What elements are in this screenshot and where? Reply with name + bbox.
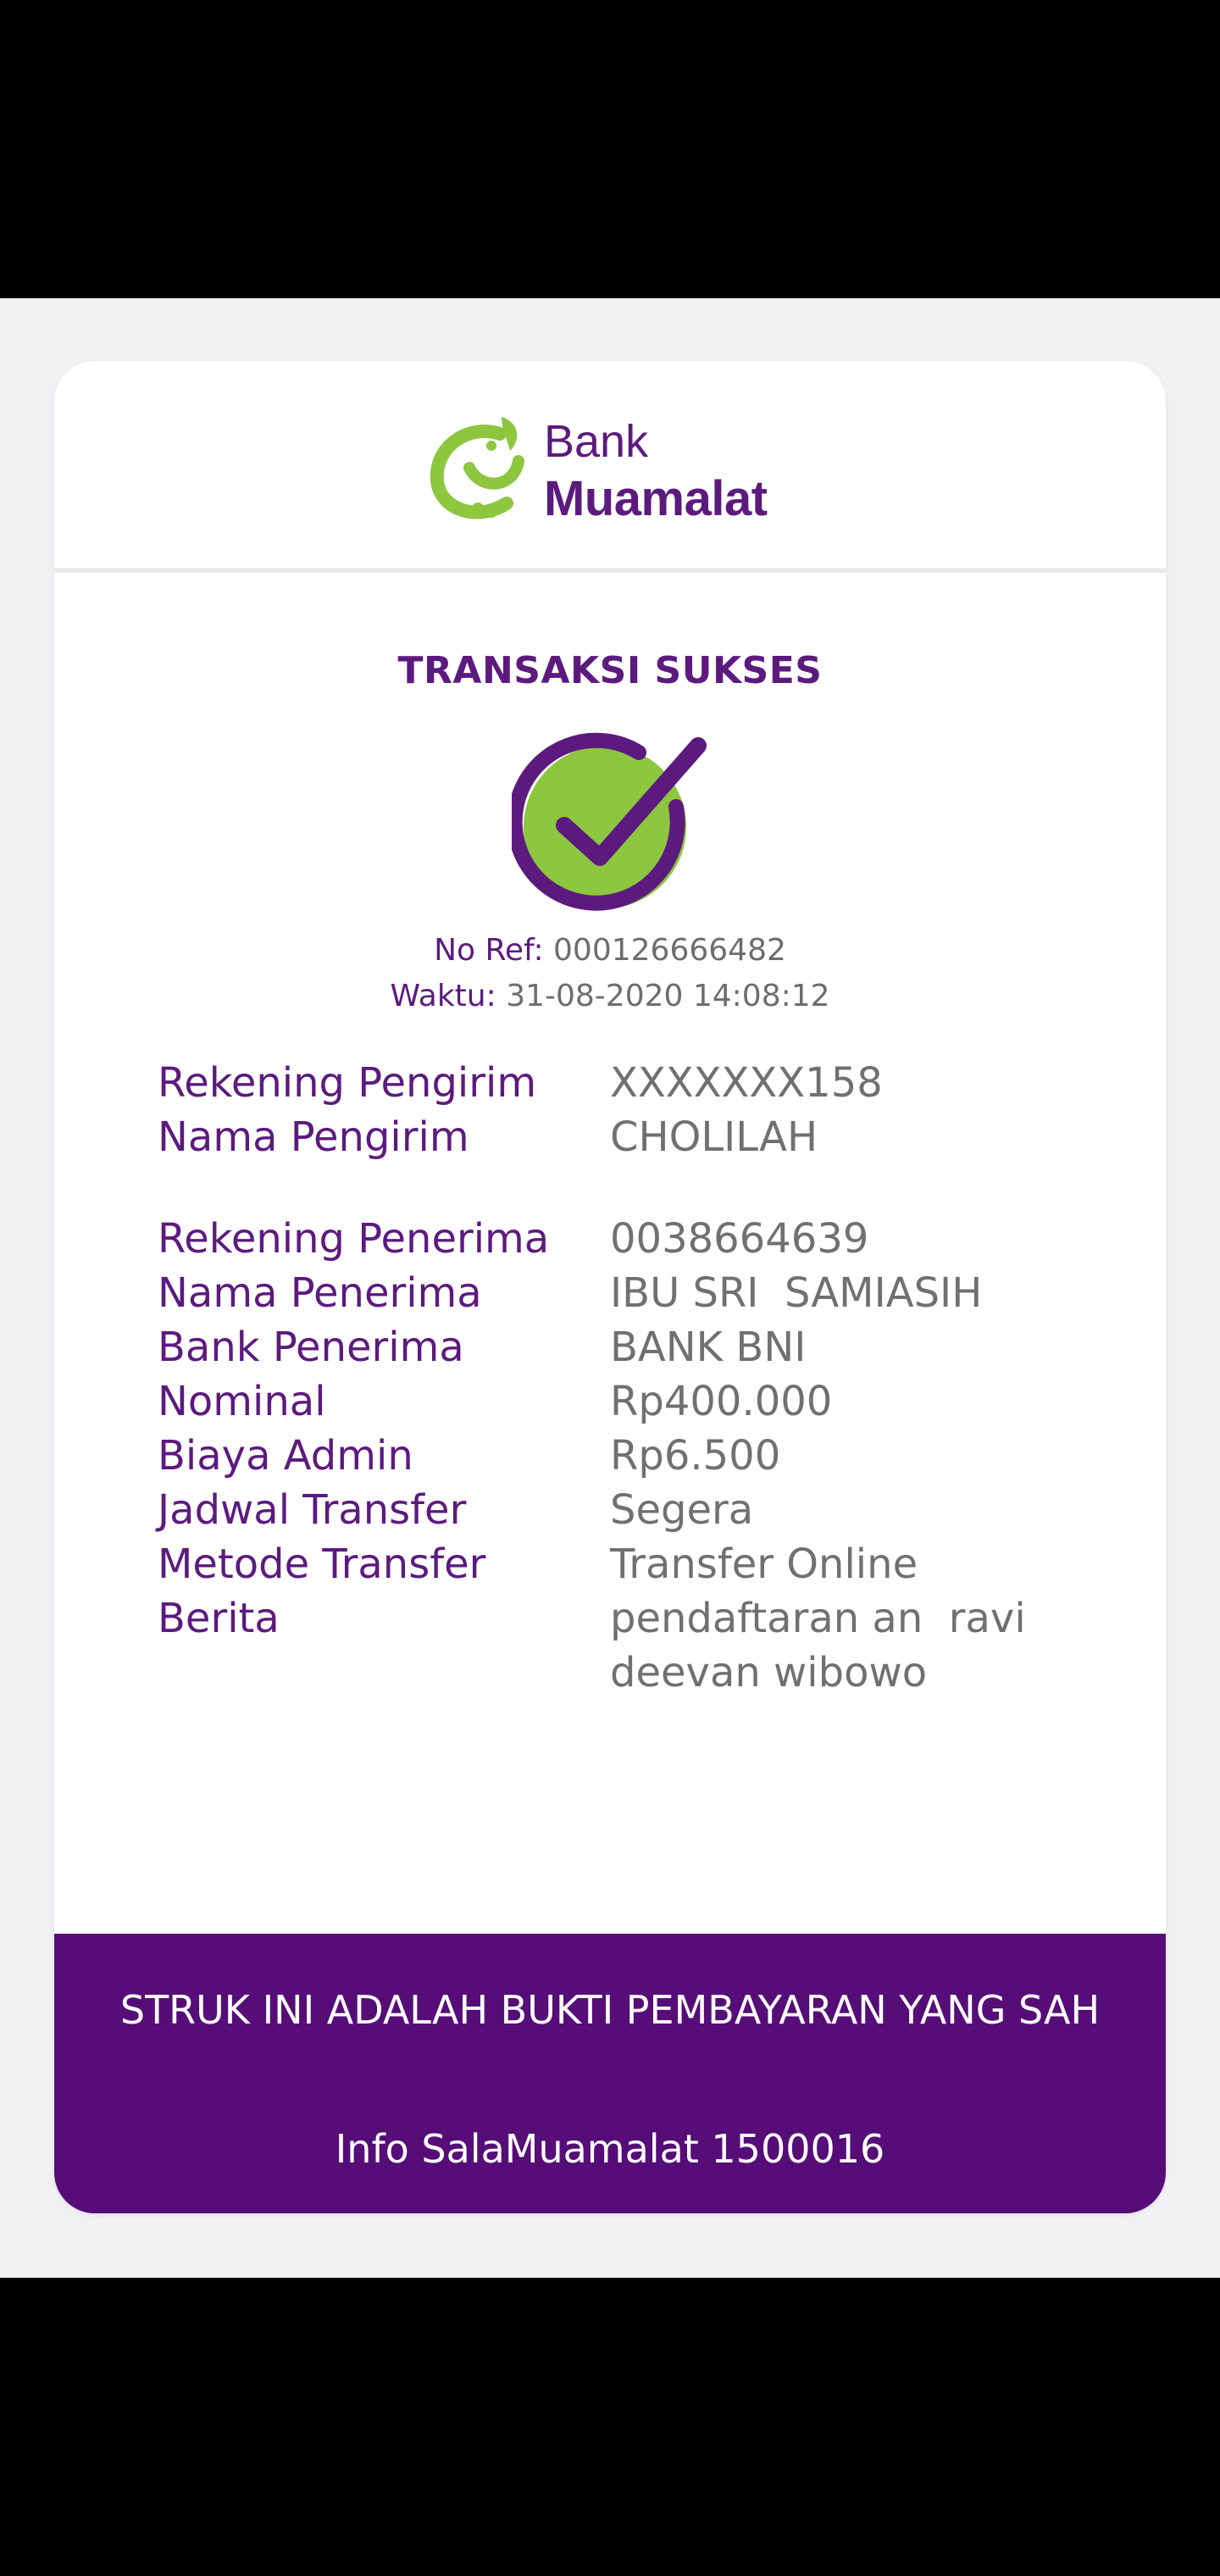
reference-number: No Ref: 000126666482 <box>54 930 1166 971</box>
detail-row-nama-penerima: Nama Penerima IBU SRI SAMIASIH <box>158 1266 1106 1320</box>
detail-row-rekening-pengirim: Rekening Pengirim XXXXXXX158 <box>158 1056 1106 1110</box>
detail-value: pendaftaran an ravi deevan wibowo <box>610 1595 1026 1696</box>
transaction-details: Rekening Pengirim XXXXXXX158 Nama Pengir… <box>158 1056 1106 1700</box>
reference-number-value: 000126666482 <box>553 933 786 968</box>
bank-name-line2: Muamalat <box>544 471 768 526</box>
customer-service-info: Info SalaMuamalat 1500016 <box>335 2126 885 2172</box>
detail-label: Berita <box>158 1595 280 1642</box>
detail-row-nama-pengirim: Nama Pengirim CHOLILAH <box>158 1110 1106 1164</box>
detail-label: Nominal <box>158 1378 326 1425</box>
detail-value: CHOLILAH <box>610 1113 818 1161</box>
detail-label: Rekening Penerima <box>158 1215 550 1263</box>
detail-value: Segera <box>610 1486 754 1534</box>
detail-spacer <box>158 1164 1106 1212</box>
detail-row-rekening-penerima: Rekening Penerima 0038664639 <box>158 1212 1106 1266</box>
bank-muamalat-logo-icon <box>430 417 524 519</box>
receipt-header: Bank Muamalat <box>54 361 1166 573</box>
detail-label: Bank Penerima <box>158 1324 464 1371</box>
detail-label: Biaya Admin <box>158 1432 413 1480</box>
detail-row-berita: Berita pendaftaran an ravi deevan wibowo <box>158 1591 1106 1700</box>
detail-row-metode-transfer: Metode Transfer Transfer Online <box>158 1537 1106 1591</box>
detail-value: Rp400.000 <box>610 1378 833 1425</box>
bank-logo: Bank Muamalat <box>419 403 808 530</box>
detail-value: Transfer Online <box>610 1541 918 1588</box>
detail-row-jadwal-transfer: Jadwal Transfer Segera <box>158 1483 1106 1537</box>
receipt-validity-note: STRUK INI ADALAH BUKTI PEMBAYARAN YANG S… <box>119 1987 1101 2033</box>
transaction-time: Waktu: 31-08-2020 14:08:12 <box>54 976 1166 1017</box>
detail-value: 0038664639 <box>610 1215 869 1263</box>
detail-label: Jadwal Transfer <box>158 1486 467 1534</box>
receipt-footer: STRUK INI ADALAH BUKTI PEMBAYARAN YANG S… <box>54 1934 1166 2213</box>
receipt-card: Bank Muamalat TRANSAKSI SUKSES No Ref: 0… <box>54 361 1166 2213</box>
reference-number-label: No Ref: <box>434 933 544 968</box>
detail-value: Rp6.500 <box>610 1432 781 1480</box>
check-circle-icon <box>512 732 707 911</box>
detail-value: BANK BNI <box>610 1324 807 1371</box>
bank-name: Bank Muamalat <box>544 408 768 524</box>
detail-row-bank-penerima: Bank Penerima BANK BNI <box>158 1320 1106 1374</box>
detail-label: Nama Penerima <box>158 1269 482 1317</box>
detail-label: Rekening Pengirim <box>158 1059 537 1107</box>
bank-name-line1: Bank <box>544 416 649 467</box>
transaction-time-value: 31-08-2020 14:08:12 <box>506 979 830 1013</box>
detail-row-nominal: Nominal Rp400.000 <box>158 1374 1106 1429</box>
detail-value: XXXXXXX158 <box>610 1059 883 1107</box>
transaction-status-title: TRANSAKSI SUKSES <box>397 649 823 692</box>
detail-row-biaya-admin: Biaya Admin Rp6.500 <box>158 1429 1106 1483</box>
detail-label: Nama Pengirim <box>158 1113 469 1161</box>
detail-value: IBU SRI SAMIASIH <box>610 1269 983 1317</box>
transaction-time-label: Waktu: <box>390 979 496 1013</box>
detail-label: Metode Transfer <box>158 1541 486 1588</box>
